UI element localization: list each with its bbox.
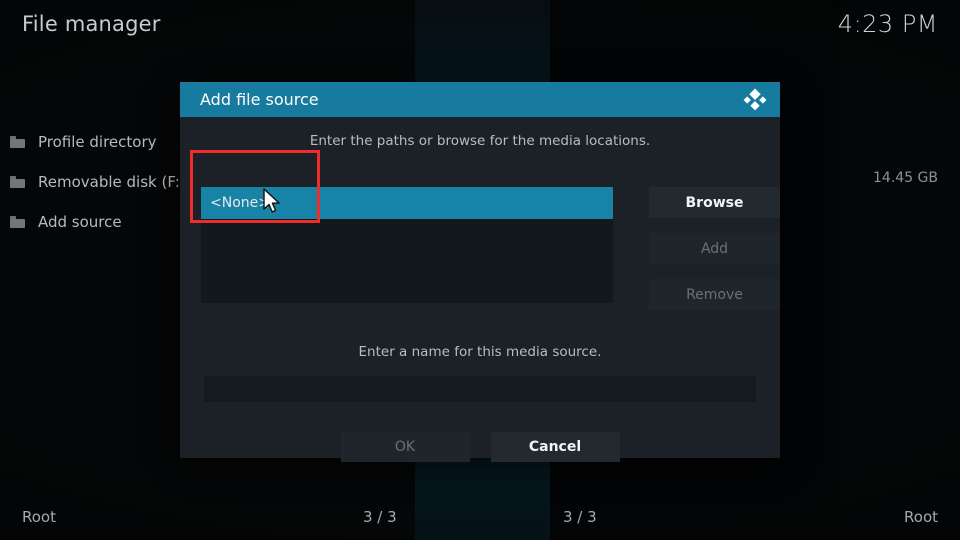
kodi-logo-icon	[742, 87, 768, 113]
list-item-label: Profile directory	[38, 133, 157, 151]
media-source-name-input[interactable]	[204, 376, 756, 402]
dialog-footer-buttons: OK Cancel	[180, 432, 780, 462]
dialog-body: Enter the paths or browse for the media …	[180, 117, 780, 462]
browse-button[interactable]: Browse	[649, 187, 780, 218]
page-title: File manager	[22, 12, 161, 36]
status-right-count: 3 / 3	[563, 508, 597, 526]
paths-list[interactable]: <None>	[201, 187, 613, 303]
path-list-item-none[interactable]: <None>	[201, 187, 613, 219]
status-bar: Root 3 / 3 3 / 3 Root	[0, 494, 960, 540]
disk-size-value: 14.45 GB	[873, 170, 938, 186]
name-hint-label: Enter a name for this media source.	[358, 344, 602, 360]
status-right-path: Root	[904, 508, 938, 526]
ok-button[interactable]: OK	[340, 432, 470, 462]
paths-side-buttons: Browse Add Remove	[649, 187, 780, 325]
status-left-count: 3 / 3	[363, 508, 397, 526]
dialog-title: Add file source	[200, 90, 319, 109]
clock: 4:23 PM	[837, 10, 938, 38]
cancel-button[interactable]: Cancel	[490, 432, 620, 462]
folder-icon	[10, 176, 25, 188]
status-left-path: Root	[22, 508, 56, 526]
folder-icon	[10, 216, 25, 228]
top-bar: File manager 4:23 PM	[0, 0, 960, 48]
list-item-label: Add source	[38, 213, 122, 231]
add-button[interactable]: Add	[649, 233, 780, 264]
path-list-item-label: <None>	[210, 195, 270, 211]
add-file-source-dialog: Add file source Enter the paths or brows…	[180, 82, 780, 462]
paths-hint-label: Enter the paths or browse for the media …	[309, 133, 651, 149]
paths-area: <None> Browse Add Remove	[201, 187, 780, 310]
dialog-header: Add file source	[180, 82, 780, 117]
remove-button[interactable]: Remove	[649, 279, 780, 310]
folder-icon	[10, 136, 25, 148]
kodi-screen: File manager 4:23 PM Profile directory R…	[0, 0, 960, 540]
list-item-label: Removable disk (F:)	[38, 173, 186, 191]
